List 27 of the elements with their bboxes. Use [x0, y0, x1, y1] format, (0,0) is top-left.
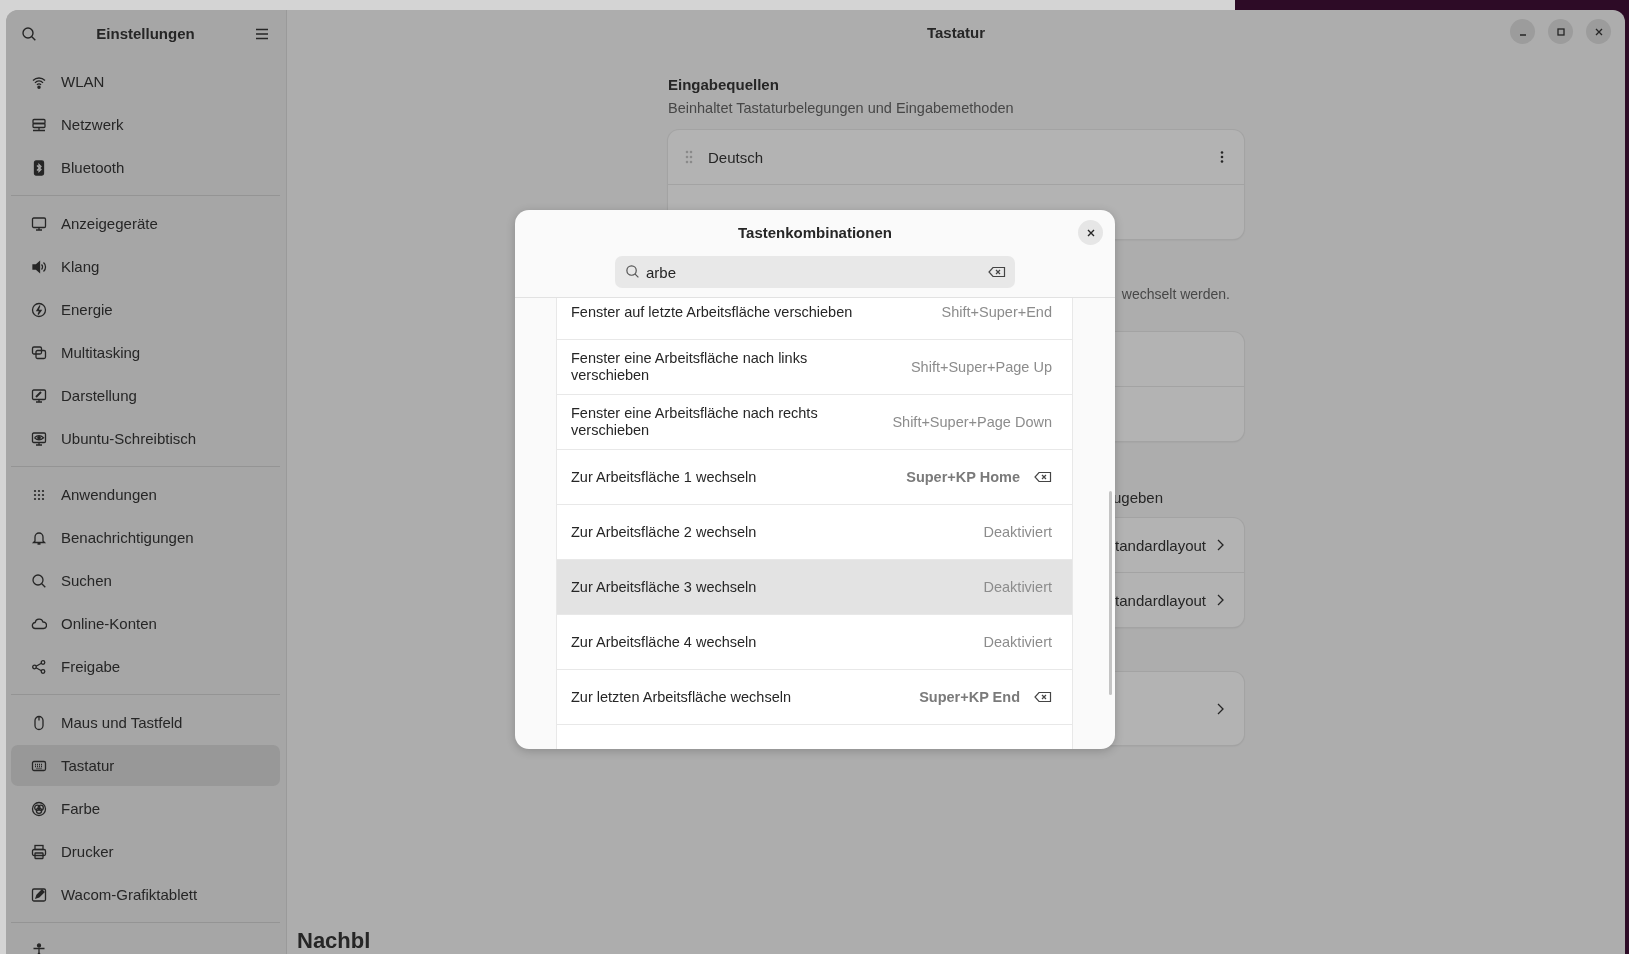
section-heading: ugeben [1113, 489, 1164, 507]
shortcut-label: Zur Arbeitsfläche 1 wechseln [571, 468, 758, 486]
shortcut-keys: Shift+Super+Page Down [892, 414, 1052, 430]
shortcut-label: Fenster eine Arbeitsfläche nach links verschieben [571, 350, 809, 384]
shortcut-label: Zur letzten Arbeitsfläche wechseln [571, 688, 793, 706]
input-source-name: Deutsch [708, 148, 765, 166]
shortcut-keys: Super+KP Home [906, 469, 1020, 485]
shortcut-keys: Shift+Super+End [941, 304, 1052, 320]
shortcut-label: Fenster auf letzte Arbeitsfläche verschieben [571, 303, 854, 321]
shortcut-keys: Deaktiviert [983, 579, 1052, 595]
window-title: Tastatur [926, 23, 986, 41]
shortcut-label: Zur Arbeitsfläche 3 wechseln [571, 578, 758, 596]
layout-value: tandardlayout [1115, 591, 1206, 609]
shortcut-label: Zur Arbeitsfläche 2 wechseln [571, 523, 758, 541]
shortcut-keys: Deaktiviert [983, 524, 1052, 540]
dialog-title: Tastenkombinationen [738, 224, 892, 242]
section-heading: Eingabequellen [668, 76, 780, 94]
shortcut-label: Fenster eine Arbeitsfläche nach rechts verschieben [571, 405, 819, 439]
shortcut-keys: Shift+Super+Page Up [910, 359, 1052, 375]
shortcut-label: Zur Arbeitsfläche 4 wechseln [571, 633, 758, 651]
layout-value: tandardlayout [1115, 536, 1206, 554]
section-heading: Nachbl [296, 928, 372, 954]
sidebar-title: Einstellungen [96, 25, 195, 42]
shortcut-keys: Deaktiviert [983, 634, 1052, 650]
description-text: wechselt werden. [1121, 285, 1230, 303]
section-subtitle: Beinhaltet Tastaturbelegungen und Eingabemethoden [668, 99, 1015, 117]
shortcut-keys: Super+KP End [919, 689, 1020, 705]
